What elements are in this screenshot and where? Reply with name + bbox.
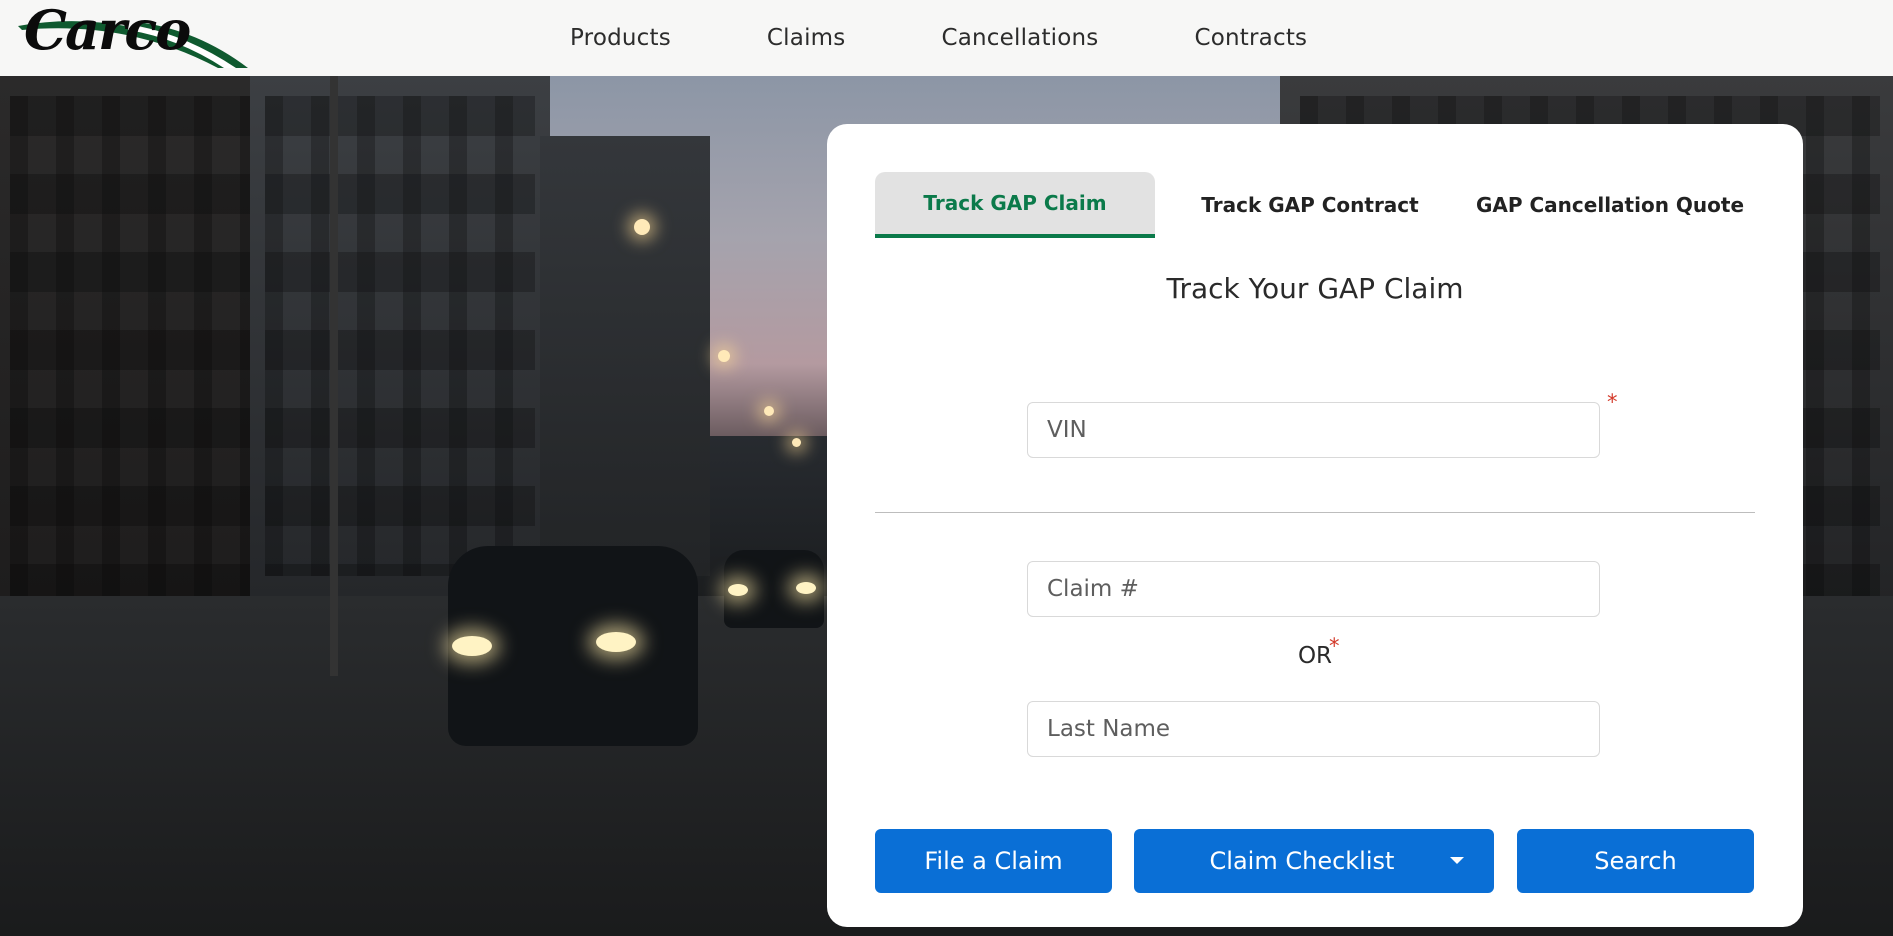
caret-down-icon xyxy=(1450,857,1464,864)
hero-windows xyxy=(10,96,250,616)
nav-products[interactable]: Products xyxy=(540,25,719,51)
hero-car-headlight xyxy=(452,636,492,656)
hero-street-pole xyxy=(330,76,338,676)
form-title: Track Your GAP Claim xyxy=(1166,272,1464,305)
hero-windows xyxy=(265,96,535,576)
hero-street-lamp xyxy=(634,219,650,235)
vin-input[interactable] xyxy=(1027,402,1600,458)
hero-car-headlight xyxy=(728,584,748,596)
main-nav: Products Claims Cancellations Contracts xyxy=(540,0,1355,76)
hero-street-lamp xyxy=(718,350,730,362)
gap-tracking-card: Track GAP Claim Track GAP Contract GAP C… xyxy=(827,124,1803,927)
logo-wordmark: Carco xyxy=(24,0,191,62)
carco-logo[interactable]: Carco xyxy=(18,0,248,72)
required-marker: * xyxy=(1607,390,1618,414)
form-divider xyxy=(875,512,1755,513)
tab-gap-cancellation-quote[interactable]: GAP Cancellation Quote xyxy=(1465,172,1755,238)
hero-street-lamp xyxy=(792,438,801,447)
tab-bar: Track GAP Claim Track GAP Contract GAP C… xyxy=(875,172,1755,238)
tab-track-gap-contract[interactable]: Track GAP Contract xyxy=(1155,172,1465,238)
tab-track-gap-claim[interactable]: Track GAP Claim xyxy=(875,172,1155,238)
hero-car-headlight xyxy=(596,632,636,652)
or-label: OR xyxy=(1297,643,1333,669)
claim-checklist-dropdown-button[interactable]: Claim Checklist xyxy=(1134,829,1494,893)
hero-building-far xyxy=(540,136,710,576)
top-header: Carco Products Claims Cancellations Cont… xyxy=(0,0,1893,76)
last-name-input[interactable] xyxy=(1027,701,1600,757)
hero-car-headlight xyxy=(796,582,816,594)
nav-claims[interactable]: Claims xyxy=(719,25,894,51)
hero-street-lamp xyxy=(764,406,774,416)
claim-checklist-label: Claim Checklist xyxy=(1209,847,1395,875)
file-claim-button[interactable]: File a Claim xyxy=(875,829,1112,893)
search-button[interactable]: Search xyxy=(1517,829,1754,893)
claim-number-input[interactable] xyxy=(1027,561,1600,617)
required-marker: * xyxy=(1329,634,1340,658)
nav-cancellations[interactable]: Cancellations xyxy=(893,25,1146,51)
nav-contracts[interactable]: Contracts xyxy=(1147,25,1356,51)
